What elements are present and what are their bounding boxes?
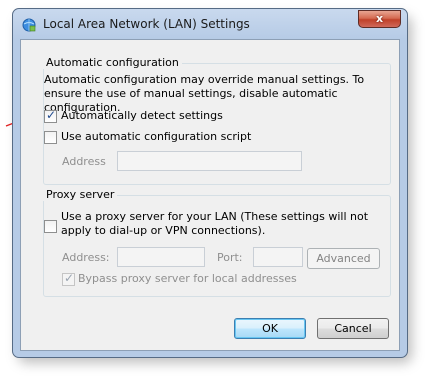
auto-detect-label[interactable]: Automatically detect settings [61, 109, 223, 122]
title-bar[interactable]: Local Area Network (LAN) Settings x [13, 9, 407, 39]
internet-options-icon [22, 18, 36, 32]
use-proxy-label[interactable]: Use a proxy server for your LAN (These s… [61, 210, 387, 238]
window-title: Local Area Network (LAN) Settings [43, 17, 250, 31]
auto-detect-checkbox[interactable] [44, 108, 57, 123]
auto-config-script-checkbox[interactable] [44, 131, 57, 144]
use-proxy-checkbox[interactable] [44, 220, 57, 233]
proxy-port-input[interactable] [253, 247, 303, 267]
script-address-label: Address [62, 155, 106, 168]
auto-config-script-label[interactable]: Use automatic configuration script [61, 130, 251, 143]
close-button[interactable]: x [358, 10, 401, 28]
cancel-button[interactable]: Cancel [317, 318, 389, 339]
bypass-local-label[interactable]: Bypass proxy server for local addresses [78, 272, 297, 285]
proxy-address-input[interactable] [117, 247, 205, 267]
ok-button[interactable]: OK [234, 318, 306, 339]
proxy-server-label: Proxy server [43, 188, 118, 201]
dialog-client-area: Automatic configuration Automatic config… [20, 39, 400, 351]
bypass-local-checkbox[interactable] [62, 271, 75, 286]
lan-settings-dialog: Local Area Network (LAN) Settings x Auto… [12, 8, 408, 358]
proxy-address-label: Address: [62, 251, 110, 264]
automatic-configuration-label: Automatic configuration [43, 56, 182, 69]
script-address-input[interactable] [117, 151, 302, 171]
advanced-button[interactable]: Advanced [307, 248, 380, 269]
proxy-port-label: Port: [217, 251, 243, 264]
